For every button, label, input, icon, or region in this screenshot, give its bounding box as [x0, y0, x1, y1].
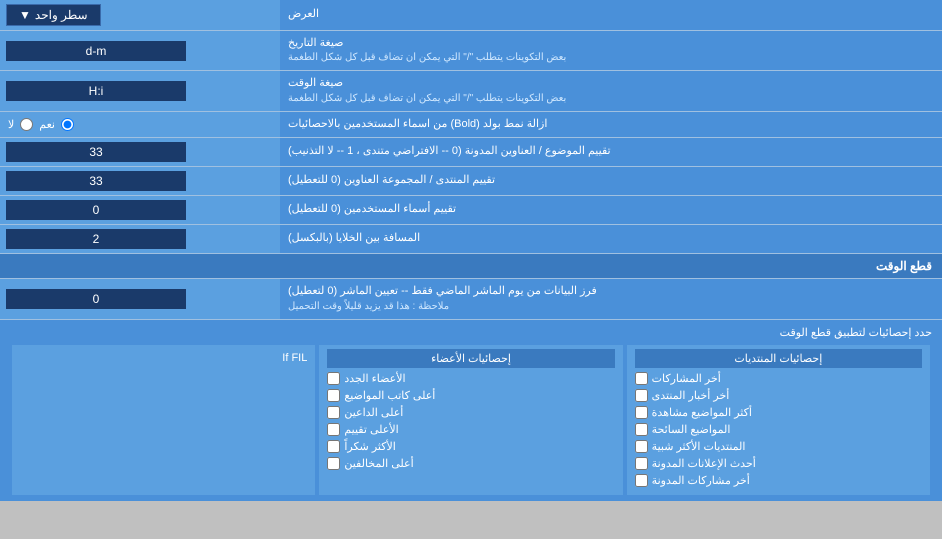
display-mode-row: العرض سطر واحد ▼ [0, 0, 942, 31]
forum-order-label: تقييم المنتدى / المجموعة العناوين (0 للت… [280, 167, 942, 195]
col-empty: If FIL [12, 345, 315, 495]
checkbox-top-poster[interactable] [327, 389, 340, 402]
list-item: الأعلى تقييم [327, 423, 614, 436]
cutoff-input[interactable] [6, 289, 186, 309]
list-item: الأعضاء الجدد [327, 372, 614, 385]
checkbox-most-thanked[interactable] [327, 440, 340, 453]
cell-spacing-input-cell [0, 225, 280, 253]
bold-radio-group: نعم لا [8, 118, 74, 131]
bold-no-radio[interactable] [20, 118, 33, 131]
checkbox-last-news[interactable] [635, 389, 648, 402]
checkbox-top-rated[interactable] [327, 423, 340, 436]
cutoff-label: فرز البيانات من يوم الماشر الماضي فقط --… [280, 279, 942, 318]
col-members-header: إحصائيات الأعضاء [327, 349, 614, 368]
list-item: أعلى الداعين [327, 406, 614, 419]
display-mode-label: العرض [280, 0, 942, 30]
topic-order-label: تقييم الموضوع / العناوين المدونة (0 -- ا… [280, 138, 942, 166]
bold-remove-row: ازالة نمط بولد (Bold) من اسماء المستخدمي… [0, 112, 942, 138]
date-format-input[interactable] [6, 41, 186, 61]
date-format-input-cell [0, 31, 280, 70]
list-item: أكثر المواضيع مشاهدة [635, 406, 922, 419]
time-format-label: صيغة الوقت بعض التكوينات يتطلب "/" التي … [280, 71, 942, 110]
checkbox-most-viewed[interactable] [635, 406, 648, 419]
time-format-row: صيغة الوقت بعض التكوينات يتطلب "/" التي … [0, 71, 942, 111]
dropdown-arrow-icon: ▼ [19, 8, 31, 22]
list-item: أخر أخبار المنتدى [635, 389, 922, 402]
bold-remove-label: ازالة نمط بولد (Bold) من اسماء المستخدمي… [280, 112, 942, 137]
checkbox-trending[interactable] [635, 423, 648, 436]
bold-yes-label: نعم [39, 118, 55, 131]
checkbox-last-blog-posts[interactable] [635, 474, 648, 487]
bold-yes-radio[interactable] [61, 118, 74, 131]
bold-no-label: لا [8, 118, 14, 131]
checkbox-last-posts[interactable] [635, 372, 648, 385]
stats-title: حدد إحصائيات لتطبيق قطع الوقت [10, 326, 932, 339]
cutoff-row: فرز البيانات من يوم الماشر الماضي فقط --… [0, 279, 942, 319]
list-item: أخر المشاركات [635, 372, 922, 385]
forum-order-input[interactable] [6, 171, 186, 191]
time-format-input-cell [0, 71, 280, 110]
bold-remove-input-cell: نعم لا [0, 112, 280, 137]
list-item: أحدث الإعلانات المدونة [635, 457, 922, 470]
date-format-label: صيغة التاريخ بعض التكوينات يتطلب "/" الت… [280, 31, 942, 70]
topic-order-input-cell [0, 138, 280, 166]
usernames-order-input-cell [0, 196, 280, 224]
list-item: أعلى كاتب المواضيع [327, 389, 614, 402]
topic-order-row: تقييم الموضوع / العناوين المدونة (0 -- ا… [0, 138, 942, 167]
col-forums-header: إحصائيات المنتديات [635, 349, 922, 368]
date-format-row: صيغة التاريخ بعض التكوينات يتطلب "/" الت… [0, 31, 942, 71]
time-format-input[interactable] [6, 81, 186, 101]
cutoff-section-header: قطع الوقت [0, 254, 942, 279]
forum-order-input-cell [0, 167, 280, 195]
checkbox-popular-forums[interactable] [635, 440, 648, 453]
list-item: أعلى المخالفين [327, 457, 614, 470]
cutoff-input-cell [0, 279, 280, 318]
display-mode-input-cell: سطر واحد ▼ [0, 0, 280, 30]
main-container: العرض سطر واحد ▼ صيغة التاريخ بعض التكوي… [0, 0, 942, 501]
checkbox-top-referrers[interactable] [327, 406, 340, 419]
topic-order-input[interactable] [6, 142, 186, 162]
checkbox-latest-announcements[interactable] [635, 457, 648, 470]
list-item: الأكثر شكراً [327, 440, 614, 453]
cell-spacing-row: المسافة بين الخلايا (بالبكسل) [0, 225, 942, 254]
stats-section: حدد إحصائيات لتطبيق قطع الوقت إحصائيات ا… [0, 320, 942, 501]
cell-spacing-label: المسافة بين الخلايا (بالبكسل) [280, 225, 942, 253]
list-item: المنتديات الأكثر شبية [635, 440, 922, 453]
list-item: أخر مشاركات المدونة [635, 474, 922, 487]
checkbox-top-violators[interactable] [327, 457, 340, 470]
usernames-order-input[interactable] [6, 200, 186, 220]
cell-spacing-input[interactable] [6, 229, 186, 249]
col-empty-label: If FIL [20, 349, 307, 367]
usernames-order-label: تقييم أسماء المستخدمين (0 للتعطيل) [280, 196, 942, 224]
forum-order-row: تقييم المنتدى / المجموعة العناوين (0 للت… [0, 167, 942, 196]
usernames-order-row: تقييم أسماء المستخدمين (0 للتعطيل) [0, 196, 942, 225]
checkbox-new-members[interactable] [327, 372, 340, 385]
checkboxes-container: إحصائيات المنتديات أخر المشاركات أخر أخب… [10, 345, 932, 495]
display-mode-dropdown[interactable]: سطر واحد ▼ [6, 4, 101, 26]
col-members-stats: إحصائيات الأعضاء الأعضاء الجدد أعلى كاتب… [319, 345, 622, 495]
list-item: المواضيع السائحة [635, 423, 922, 436]
col-forums-stats: إحصائيات المنتديات أخر المشاركات أخر أخب… [627, 345, 930, 495]
